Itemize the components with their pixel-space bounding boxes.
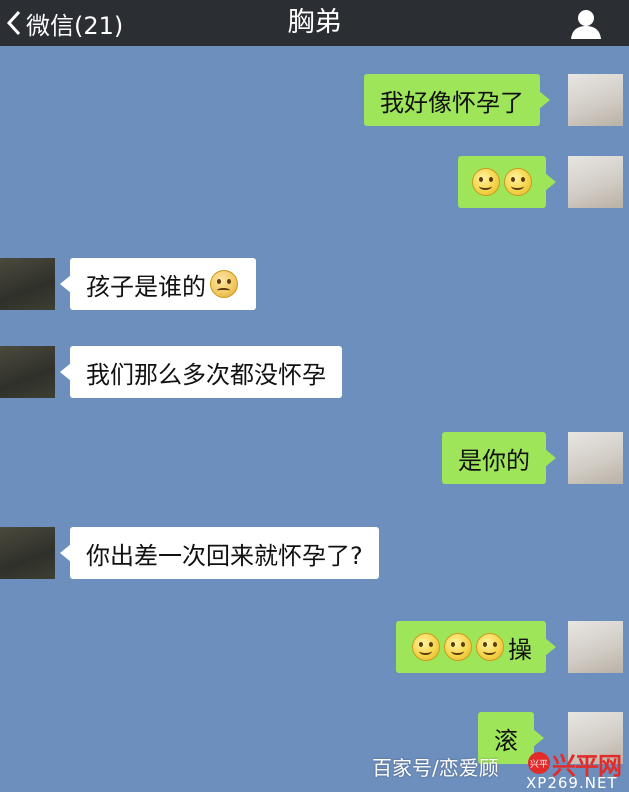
angry-emoji-icon xyxy=(210,270,238,298)
avatar-self[interactable] xyxy=(568,156,623,208)
profile-button[interactable] xyxy=(569,8,603,40)
message-text: 我们那么多次都没怀孕 xyxy=(86,360,326,389)
message-text: 操 xyxy=(508,635,532,664)
avatar-contact[interactable] xyxy=(0,527,55,579)
back-button[interactable]: 微信(21) xyxy=(6,8,124,40)
message-bubble-outgoing[interactable]: 操 xyxy=(396,621,556,673)
message-text: 孩子是谁的 xyxy=(86,272,206,301)
message-text: 滚 xyxy=(494,726,518,755)
message-text: 我好像怀孕了 xyxy=(380,88,524,117)
chevron-left-icon xyxy=(6,9,22,37)
source-watermark: 百家号/恋爱顾 xyxy=(372,756,499,780)
message-text: 你出差一次回来就怀孕了? xyxy=(86,541,363,570)
message-bubble-incoming[interactable]: 我们那么多次都没怀孕 xyxy=(60,346,342,398)
message-bubble-outgoing[interactable] xyxy=(458,156,556,208)
smile-emoji-icon xyxy=(476,633,504,661)
avatar-self[interactable] xyxy=(568,621,623,673)
avatar-contact[interactable] xyxy=(0,258,55,310)
avatar-self[interactable] xyxy=(568,74,623,126)
smile-emoji-icon xyxy=(504,168,532,196)
person-icon xyxy=(569,10,603,44)
back-label: 微信(21) xyxy=(26,11,124,40)
watermark-logo: 兴平 xyxy=(528,752,550,774)
message-text: 是你的 xyxy=(458,446,530,475)
smile-emoji-icon xyxy=(444,633,472,661)
message-bubble-outgoing[interactable]: 是你的 xyxy=(442,432,556,484)
chat-header: 微信(21) 胸弟 xyxy=(0,0,629,46)
avatar-contact[interactable] xyxy=(0,346,55,398)
smile-emoji-icon xyxy=(472,168,500,196)
avatar-self[interactable] xyxy=(568,432,623,484)
smile-emoji-icon xyxy=(412,633,440,661)
message-bubble-incoming[interactable]: 你出差一次回来就怀孕了? xyxy=(60,527,379,579)
message-bubble-incoming[interactable]: 孩子是谁的 xyxy=(60,258,256,310)
message-bubble-outgoing[interactable]: 我好像怀孕了 xyxy=(364,74,550,126)
watermark-url: XP269.NET xyxy=(526,774,618,792)
